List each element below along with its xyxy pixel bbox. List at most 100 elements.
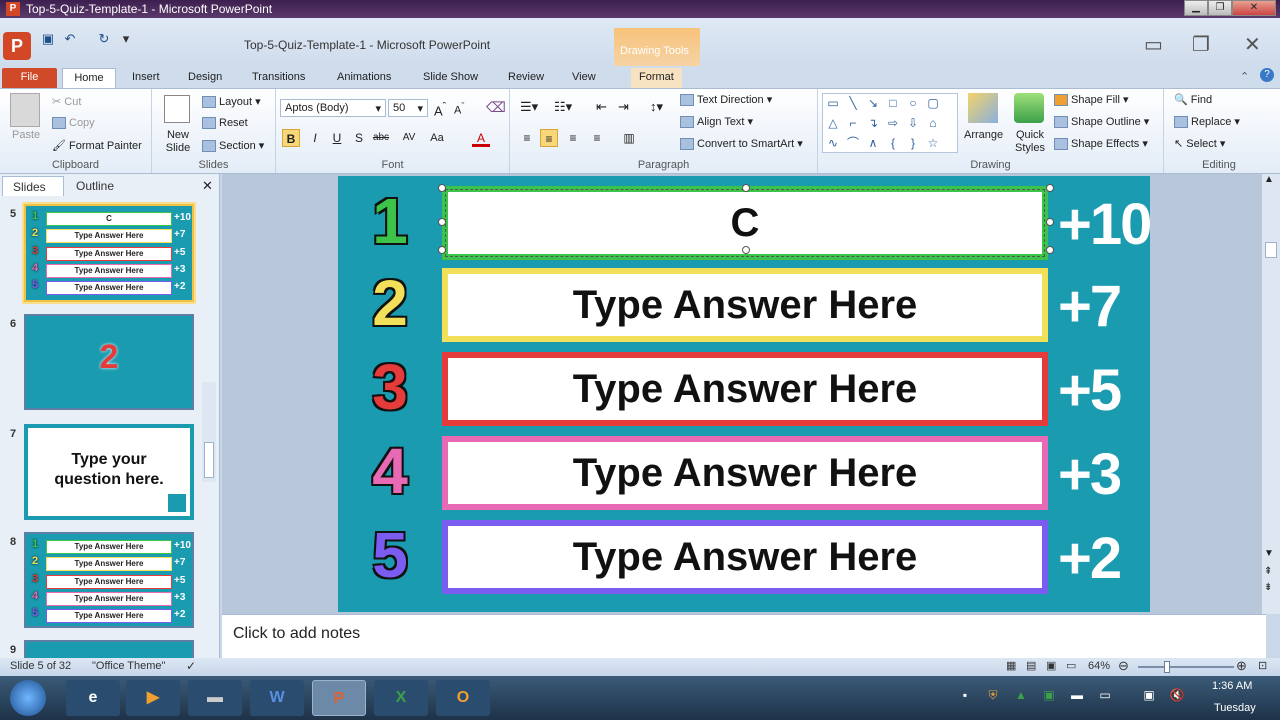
resize-handle[interactable] (1046, 218, 1054, 226)
rectangle-shape-icon[interactable]: ▭ (825, 96, 841, 110)
slides-pane-scrollbar[interactable] (202, 382, 216, 482)
ribbon-minimize-icon[interactable]: ▭ (1144, 32, 1163, 57)
underline-icon[interactable]: U (328, 129, 346, 147)
tab-home[interactable]: Home (62, 68, 116, 88)
ribbon-restore-icon[interactable]: ❐ (1192, 32, 1210, 57)
align-right-icon[interactable]: ≡ (564, 129, 582, 147)
answer-box-4[interactable]: Type Answer Here (442, 436, 1048, 510)
slide-thumbnail-5[interactable]: 1 C +10 2 Type Answer Here +7 3 Type Ans… (24, 204, 194, 302)
tray-app-icon[interactable]: ▪ (956, 688, 974, 706)
tab-design[interactable]: Design (180, 68, 230, 88)
copy-button[interactable]: Copy (52, 117, 95, 130)
office-button[interactable]: P (3, 32, 31, 60)
shape-outline-button[interactable]: Shape Outline ▾ (1054, 115, 1149, 129)
select-button[interactable]: ↖ Select ▾ (1174, 137, 1225, 150)
zoom-in-icon[interactable]: ⊕ (1236, 658, 1247, 674)
down-arrow-shape-icon[interactable]: ⇩ (905, 116, 921, 130)
slide-sorter-icon[interactable]: ▤ (1026, 659, 1036, 672)
undo-icon[interactable]: ↶ (62, 31, 78, 47)
reset-button[interactable]: Reset (202, 117, 248, 130)
scroll-thumb[interactable] (1265, 242, 1277, 258)
taskbar-explorer-icon[interactable]: ▬ (188, 680, 242, 716)
taskbar-media-icon[interactable]: ▶ (126, 680, 180, 716)
reading-view-icon[interactable]: ▣ (1046, 659, 1056, 672)
tab-view[interactable]: View (564, 68, 604, 88)
font-family-select[interactable]: Aptos (Body) ▾ (280, 99, 386, 117)
minimize-button[interactable]: ▁ (1184, 0, 1208, 16)
close-pane-icon[interactable]: ✕ (202, 178, 213, 194)
slide-thumbnail-8[interactable]: 1 Type Answer Here +10 2 Type Answer Her… (24, 532, 194, 628)
taskbar-outlook-icon[interactable]: O (436, 680, 490, 716)
scroll-up-icon[interactable]: ▲ (1264, 174, 1274, 185)
taskbar-ie-icon[interactable]: e (66, 680, 120, 716)
answer-box-3[interactable]: Type Answer Here (442, 352, 1048, 426)
oval-shape-icon[interactable]: ○ (905, 96, 921, 110)
scrollbar-thumb[interactable] (204, 442, 214, 478)
new-slide-button[interactable]: New Slide (160, 129, 196, 155)
change-case-icon[interactable]: Aa (428, 129, 446, 147)
shape-effects-button[interactable]: Shape Effects ▾ (1054, 137, 1148, 151)
shadow-icon[interactable]: S (350, 129, 368, 147)
fit-to-window-icon[interactable]: ⊡ (1258, 659, 1267, 672)
find-button[interactable]: 🔍 Find (1174, 93, 1212, 106)
tab-animations[interactable]: Animations (329, 68, 399, 88)
tab-outline[interactable]: Outline (66, 176, 124, 196)
strikethrough-icon[interactable]: abc (372, 129, 390, 147)
taskbar-powerpoint-icon[interactable]: P (312, 680, 366, 716)
taskbar-word-icon[interactable]: W (250, 680, 304, 716)
slide-thumbnail-9[interactable] (24, 640, 194, 658)
slide-thumbnail-7[interactable]: Type your question here. (24, 424, 194, 520)
section-button[interactable]: Section ▾ (202, 139, 264, 153)
elbow-shape-icon[interactable]: ⌐ (845, 116, 861, 130)
numbering-icon[interactable]: ☷▾ (554, 99, 572, 115)
text-direction-button[interactable]: Text Direction ▾ (680, 93, 772, 107)
triangle-shape-icon[interactable]: △ (825, 116, 841, 130)
tab-insert[interactable]: Insert (124, 68, 168, 88)
convert-smartart-button[interactable]: Convert to SmartArt ▾ (680, 137, 803, 151)
tab-file[interactable]: File (2, 68, 57, 88)
font-size-select[interactable]: 50 ▾ (388, 99, 428, 117)
align-left-icon[interactable]: ≡ (518, 129, 536, 147)
arrange-button[interactable]: Arrange (964, 129, 1003, 141)
italic-icon[interactable]: I (306, 129, 324, 147)
normal-view-icon[interactable]: ▦ (1006, 659, 1016, 672)
format-painter-button[interactable]: 🖌 Format Painter (52, 139, 142, 152)
answer-box-5[interactable]: Type Answer Here (442, 520, 1048, 594)
customize-qat-icon[interactable]: ▾ (118, 31, 134, 47)
slide-thumbnail-6[interactable]: 2 (24, 314, 194, 410)
taskbar-excel-icon[interactable]: X (374, 680, 428, 716)
tray-security-icon[interactable]: ⛨ (984, 688, 1002, 706)
justify-icon[interactable]: ≡ (588, 129, 606, 147)
increase-indent-icon[interactable]: ⇥ (618, 99, 629, 115)
line-spacing-icon[interactable]: ↕▾ (650, 99, 663, 115)
align-text-button[interactable]: Align Text ▾ (680, 115, 753, 129)
line-shape-icon[interactable]: ╲ (845, 96, 861, 110)
shrink-font-icon[interactable]: Aˇ (454, 101, 464, 117)
arrow-line-shape-icon[interactable]: ↘ (865, 96, 881, 110)
tab-format[interactable]: Format (631, 68, 682, 88)
resize-handle[interactable] (438, 218, 446, 226)
tray-tool-icon[interactable]: ▣ (1040, 688, 1058, 706)
align-center-icon[interactable]: ≡ (540, 129, 558, 147)
save-icon[interactable]: ▣ (40, 31, 56, 47)
collapse-ribbon-icon[interactable]: ⌃ (1240, 70, 1249, 83)
cut-button[interactable]: ✂ Cut (52, 95, 81, 108)
callout-shape-icon[interactable]: ⌂ (925, 116, 941, 130)
bold-icon[interactable]: B (282, 129, 300, 147)
answer-box-2[interactable]: Type Answer Here (442, 268, 1048, 342)
resize-handle[interactable] (438, 184, 446, 192)
font-color-icon[interactable]: A (472, 129, 490, 147)
left-brace-shape-icon[interactable]: { (885, 136, 901, 150)
tray-monitor-icon[interactable]: ▣ (1140, 688, 1158, 706)
previous-slide-icon[interactable]: ⇞ (1264, 566, 1272, 577)
rectangle2-shape-icon[interactable]: □ (885, 96, 901, 110)
arc-shape-icon[interactable]: ⌒ (845, 136, 861, 150)
bullets-icon[interactable]: ☰▾ (520, 99, 538, 115)
paste-button[interactable]: Paste (12, 129, 40, 141)
layout-button[interactable]: Layout ▾ (202, 95, 261, 109)
quick-styles-button[interactable]: Quick Styles (1010, 129, 1050, 155)
resize-handle[interactable] (742, 246, 750, 254)
elbow-arrow-shape-icon[interactable]: ↴ (865, 116, 881, 130)
redo-icon[interactable]: ↻ (96, 31, 112, 47)
zoom-out-icon[interactable]: ⊖ (1118, 658, 1129, 674)
